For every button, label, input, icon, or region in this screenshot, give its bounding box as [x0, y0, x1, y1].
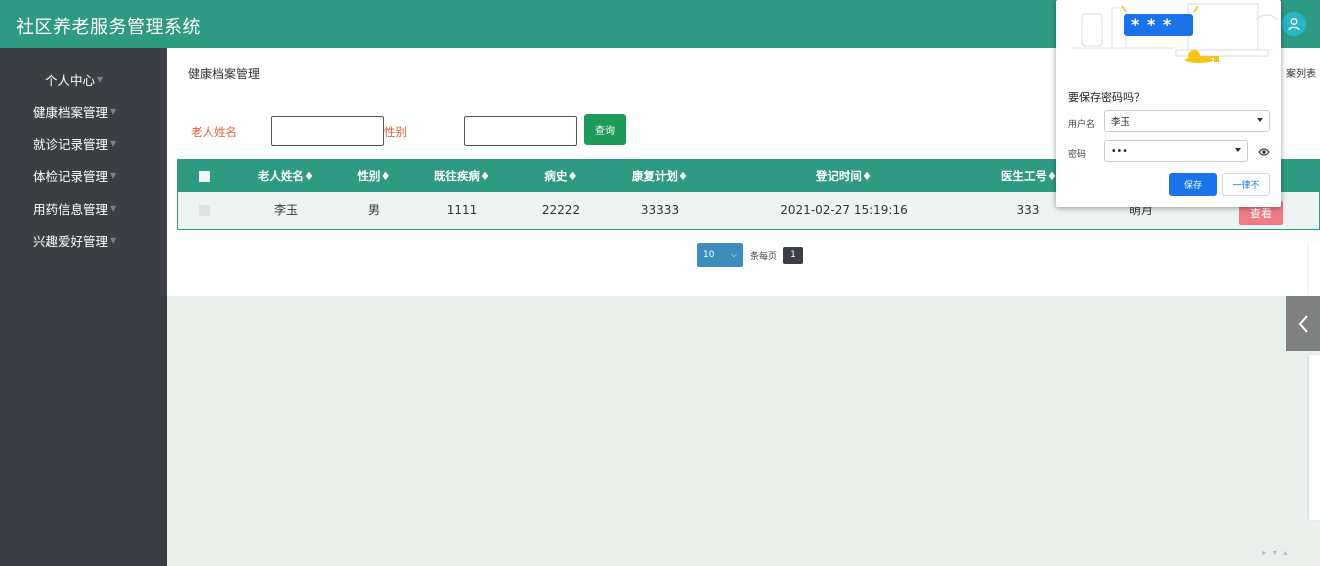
chevron-down-icon: ▼ — [110, 170, 117, 180]
sidebar-item-checkup-records[interactable]: 体检记录管理 ▼ — [0, 160, 167, 190]
gender-search-input[interactable] — [464, 116, 577, 146]
cell-time: 2021-02-27 15:19:16 — [780, 203, 908, 217]
name-filter-label: 老人姓名 — [191, 125, 237, 139]
password-key-illustration — [1070, 3, 1279, 63]
sidebar-item-label: 健康档案管理 — [33, 104, 109, 120]
sidebar-item-label: 就诊记录管理 — [33, 136, 109, 152]
eye-icon[interactable] — [1258, 147, 1270, 157]
app-title: 社区养老服务管理系统 — [16, 17, 201, 38]
cell-plan: 33333 — [640, 203, 680, 217]
chevron-down-icon: ▼ — [110, 203, 117, 213]
save-password-dialog: * * * 要保存密码吗？ 用户名 李玉 密码 ••• 保存 一律不 — [1056, 0, 1281, 207]
chevron-down-icon: ▼ — [110, 235, 117, 245]
pagination: 10 ⌵ 条每页 1 — [697, 243, 804, 267]
cell-history: 22222 — [541, 203, 581, 217]
side-panel-edge — [1309, 355, 1320, 520]
sidebar-item-health-records[interactable]: 健康档案管理 ▼ — [0, 96, 167, 126]
dropdown-arrow-icon — [1257, 118, 1263, 122]
row-checkbox[interactable] — [199, 205, 210, 216]
sidebar-item-label: 个人中心 — [45, 72, 96, 88]
breadcrumb-list-link[interactable]: 案列表 — [1286, 65, 1316, 80]
sidebar-item-label: 体检记录管理 — [33, 168, 109, 184]
sidebar-item-label: 兴趣爱好管理 — [33, 233, 109, 249]
password-select[interactable]: ••• — [1104, 140, 1248, 162]
popup-title: 要保存密码吗？ — [1068, 91, 1145, 104]
column-header-past-disease[interactable]: 既往疾病♦ — [434, 160, 490, 192]
save-password-button[interactable]: 保存 — [1169, 173, 1217, 196]
sidebar: 个人中心 ▼ 健康档案管理 ▼ 就诊记录管理 ▼ 体检记录管理 ▼ 用药信息管理… — [0, 48, 167, 566]
column-header-doctor-id[interactable]: 医生工号♦ — [1001, 160, 1057, 192]
name-search-input[interactable] — [271, 116, 384, 146]
username-select[interactable]: 李玉 — [1104, 110, 1270, 132]
cell-name: 李玉 — [273, 203, 299, 217]
gender-filter-label: 性别 — [384, 125, 407, 139]
column-header-plan[interactable]: 康复计划♦ — [632, 160, 688, 192]
chevron-down-icon: ▼ — [97, 74, 104, 84]
never-save-button[interactable]: 一律不 — [1222, 173, 1270, 196]
page-number-button[interactable]: 1 — [783, 246, 804, 264]
column-header-time[interactable]: 登记时间♦ — [816, 160, 872, 192]
cell-gender: 男 — [367, 203, 381, 217]
query-button[interactable]: 查询 — [584, 114, 626, 145]
chevron-left-icon — [1298, 314, 1308, 333]
sidebar-item-visit-records[interactable]: 就诊记录管理 ▼ — [0, 128, 167, 158]
side-panel-edge — [1309, 242, 1320, 296]
sidebar-item-personal-center[interactable]: 个人中心 ▼ — [0, 64, 167, 94]
password-label: 密码 — [1068, 150, 1087, 160]
sidebar-item-medication[interactable]: 用药信息管理 ▼ — [0, 193, 167, 223]
side-panel-toggle[interactable] — [1286, 296, 1320, 351]
chevron-down-icon: ▼ — [110, 138, 117, 148]
sidebar-item-hobbies[interactable]: 兴趣爱好管理 ▼ — [0, 225, 167, 255]
dropdown-arrow-icon — [1235, 148, 1241, 152]
page-size-select[interactable]: 10 ⌵ — [697, 243, 743, 267]
chevron-down-icon: ▼ — [110, 106, 117, 116]
column-header-name[interactable]: 老人姓名♦ — [258, 160, 314, 192]
per-page-label: 条每页 — [750, 251, 778, 262]
cell-doctor-id: 333 — [1016, 203, 1040, 217]
chevron-down-icon: ⌵ — [730, 250, 737, 259]
password-stars: * * * — [1131, 15, 1173, 34]
footer-decoration: · · · ▸ ▾ ▴ — [1235, 548, 1290, 557]
column-header-gender[interactable]: 性别♦ — [357, 160, 390, 192]
user-avatar-icon[interactable] — [1282, 12, 1306, 36]
page-title: 健康档案管理 — [188, 67, 261, 81]
sidebar-item-label: 用药信息管理 — [33, 201, 109, 217]
cell-past-disease: 1111 — [446, 203, 478, 217]
person-icon — [1288, 18, 1300, 31]
username-label: 用户名 — [1068, 120, 1096, 130]
select-all-checkbox[interactable] — [199, 171, 210, 182]
column-header-history[interactable]: 病史♦ — [544, 160, 577, 192]
